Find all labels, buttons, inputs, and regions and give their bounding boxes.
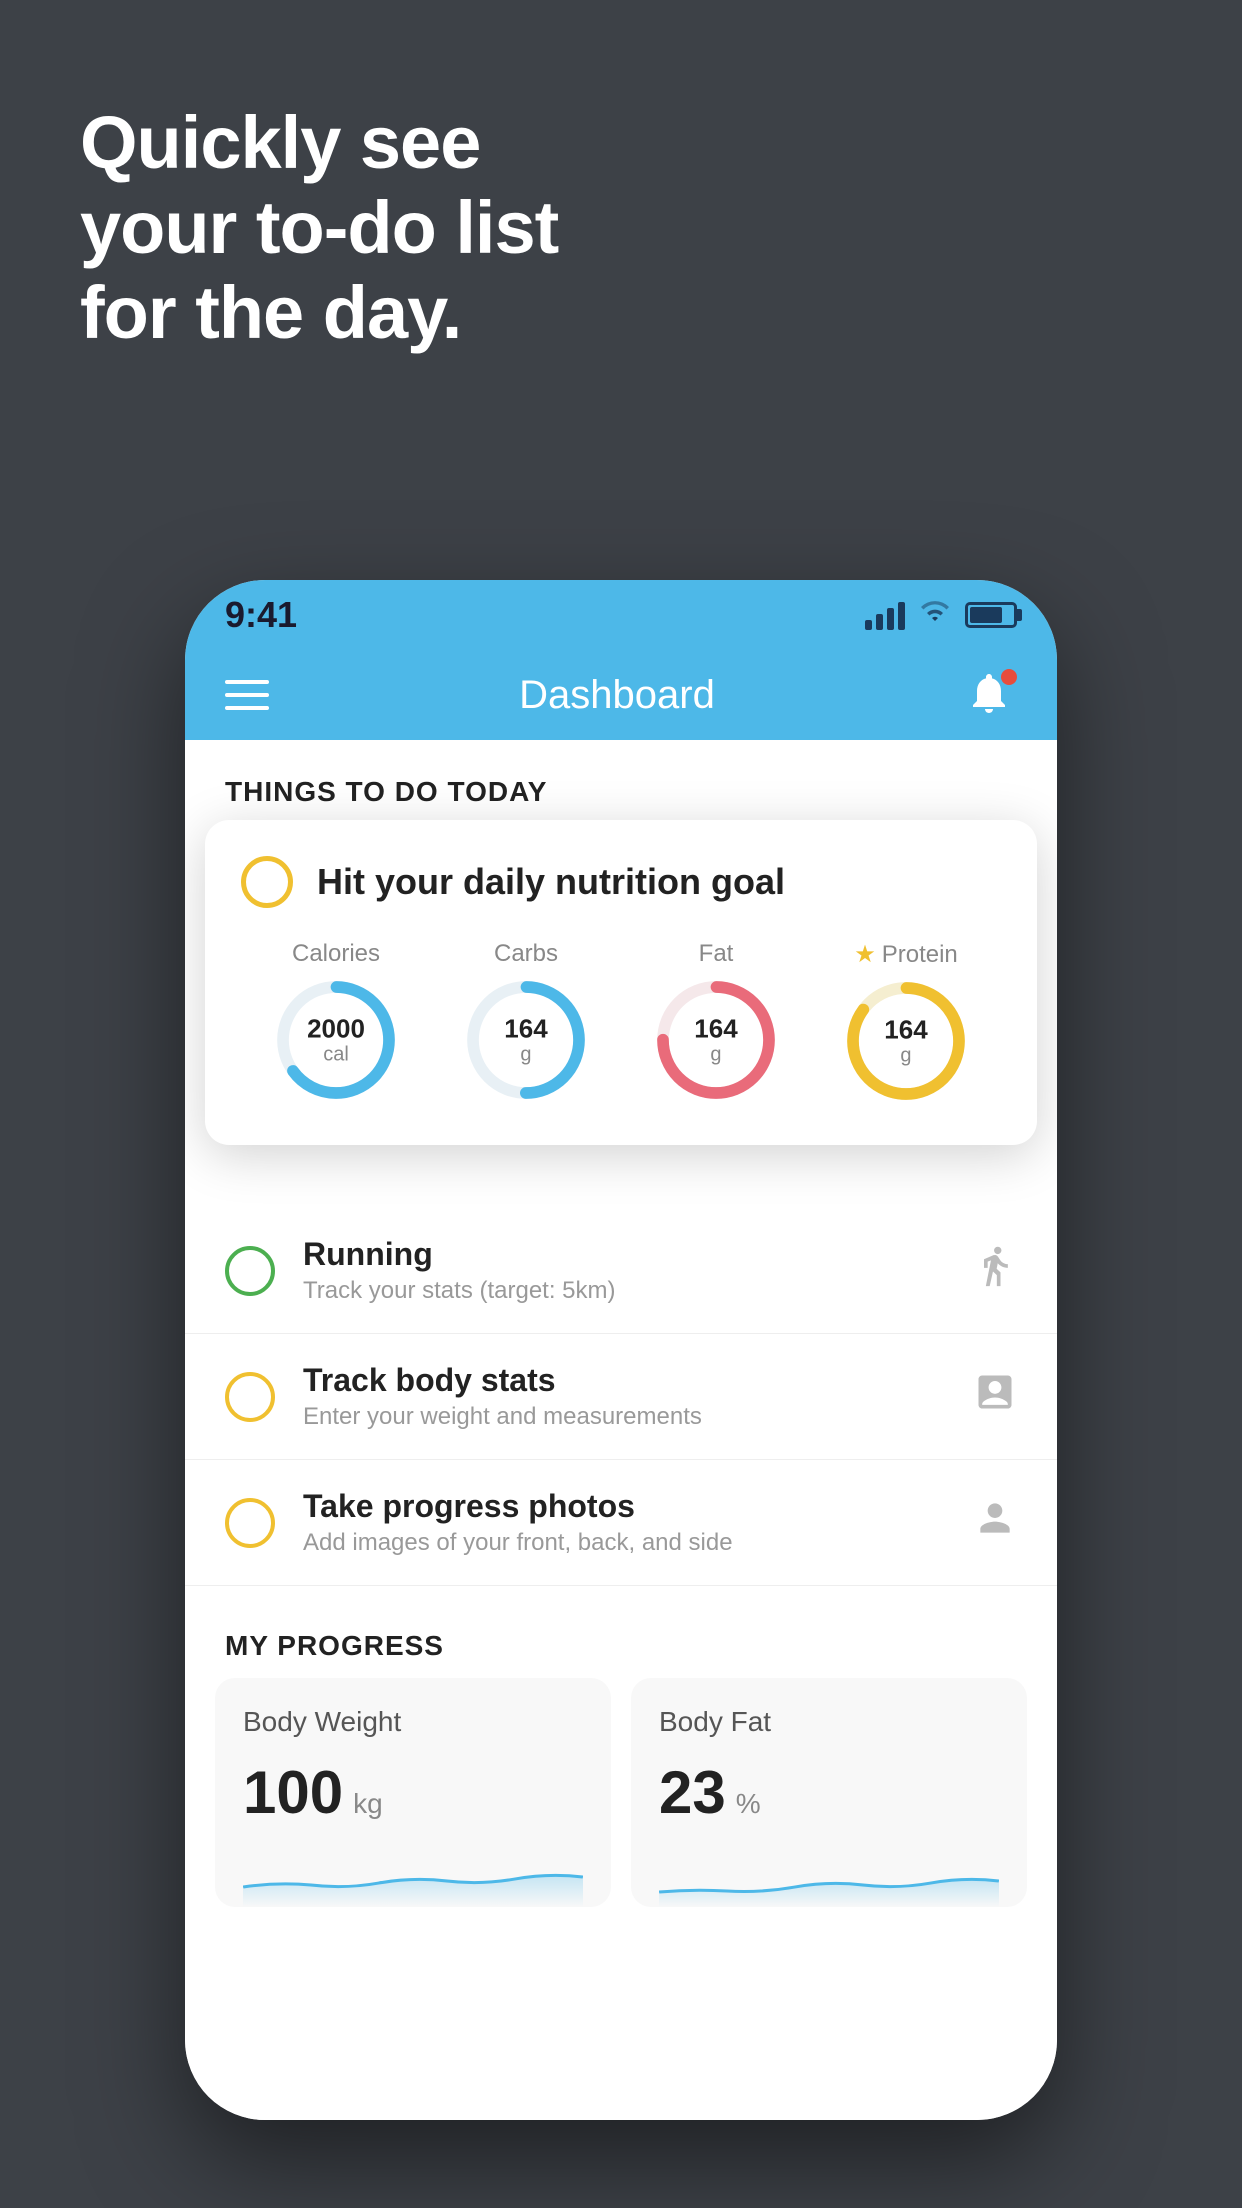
running-subtitle: Track your stats (target: 5km) — [303, 1277, 945, 1305]
todo-item-photos[interactable]: Take progress photos Add images of your … — [185, 1460, 1057, 1586]
carbs-donut: 164 g — [466, 980, 586, 1100]
phone-shell: 9:41 Dashboard — [185, 580, 1057, 2120]
body-stats-title: Track body stats — [303, 1362, 945, 1399]
nav-bar: Dashboard — [185, 650, 1057, 740]
menu-button[interactable] — [225, 680, 269, 710]
progress-section: MY PROGRESS Body Weight 100 kg — [185, 1606, 1057, 1937]
body-weight-unit: kg — [353, 1788, 383, 1820]
status-icons — [865, 599, 1017, 632]
fat-value: 164 — [694, 1015, 737, 1044]
running-icon — [973, 1244, 1017, 1297]
notification-button[interactable] — [965, 669, 1017, 721]
body-fat-value-row: 23 % — [659, 1758, 999, 1827]
fat-label: Fat — [699, 940, 734, 968]
hero-line1: Quickly see — [80, 101, 480, 184]
body-stats-text: Track body stats Enter your weight and m… — [303, 1362, 945, 1431]
wifi-icon — [917, 599, 953, 632]
nutrition-protein: ★ Protein 164 g — [846, 940, 966, 1101]
protein-unit: g — [884, 1044, 927, 1066]
calories-donut: 2000 cal — [276, 980, 396, 1100]
nutrition-calories: Calories 2000 cal — [276, 940, 396, 1100]
nutrition-fat: Fat 164 g — [656, 940, 776, 1100]
body-fat-card: Body Fat 23 % — [631, 1678, 1027, 1907]
running-text: Running Track your stats (target: 5km) — [303, 1236, 945, 1305]
notification-dot — [1001, 669, 1017, 685]
calories-value: 2000 — [307, 1015, 365, 1044]
nutrition-card: Hit your daily nutrition goal Calories 2… — [205, 820, 1037, 1145]
running-circle — [225, 1246, 275, 1296]
scale-icon — [973, 1370, 1017, 1423]
star-icon: ★ — [854, 940, 876, 969]
hero-line2: your to-do list — [80, 186, 558, 269]
protein-donut: 164 g — [846, 981, 966, 1101]
body-fat-unit: % — [736, 1788, 761, 1820]
battery-icon — [965, 602, 1017, 628]
todo-list: Running Track your stats (target: 5km) T… — [185, 1208, 1057, 1586]
fat-donut: 164 g — [656, 980, 776, 1100]
section-header: THINGS TO DO TODAY — [185, 740, 1057, 828]
status-bar: 9:41 — [185, 580, 1057, 650]
nutrition-circle-check — [241, 856, 293, 908]
calories-unit: cal — [307, 1043, 365, 1065]
carbs-label: Carbs — [494, 940, 558, 968]
body-stats-subtitle: Enter your weight and measurements — [303, 1403, 945, 1431]
hero-text: Quickly see your to-do list for the day. — [80, 100, 558, 355]
body-fat-sparkline — [659, 1847, 999, 1907]
status-time: 9:41 — [225, 594, 297, 636]
nutrition-carbs: Carbs 164 g — [466, 940, 586, 1100]
body-fat-value: 23 — [659, 1758, 726, 1827]
body-weight-value: 100 — [243, 1758, 343, 1827]
protein-label: Protein — [882, 941, 958, 969]
body-weight-sparkline — [243, 1847, 583, 1907]
body-fat-title: Body Fat — [659, 1706, 999, 1738]
body-stats-circle — [225, 1372, 275, 1422]
carbs-value: 164 — [504, 1015, 547, 1044]
body-weight-title: Body Weight — [243, 1706, 583, 1738]
progress-cards: Body Weight 100 kg — [185, 1678, 1057, 1907]
signal-icon — [865, 600, 905, 630]
nutrition-card-header: Hit your daily nutrition goal — [241, 856, 1001, 908]
fat-unit: g — [694, 1043, 737, 1065]
running-title: Running — [303, 1236, 945, 1273]
hero-line3: for the day. — [80, 271, 461, 354]
protein-value: 164 — [884, 1016, 927, 1045]
body-weight-value-row: 100 kg — [243, 1758, 583, 1827]
photos-title: Take progress photos — [303, 1488, 945, 1525]
photos-subtitle: Add images of your front, back, and side — [303, 1529, 945, 1557]
carbs-unit: g — [504, 1043, 547, 1065]
nutrition-card-title: Hit your daily nutrition goal — [317, 861, 785, 903]
todo-item-running[interactable]: Running Track your stats (target: 5km) — [185, 1208, 1057, 1334]
photos-circle — [225, 1498, 275, 1548]
body-weight-card: Body Weight 100 kg — [215, 1678, 611, 1907]
progress-header: MY PROGRESS — [185, 1606, 1057, 1678]
nutrition-row: Calories 2000 cal Carbs — [241, 940, 1001, 1101]
nav-title: Dashboard — [519, 673, 715, 718]
person-icon — [973, 1496, 1017, 1549]
todo-item-body-stats[interactable]: Track body stats Enter your weight and m… — [185, 1334, 1057, 1460]
photos-text: Take progress photos Add images of your … — [303, 1488, 945, 1557]
calories-label: Calories — [292, 940, 380, 968]
phone-content: THINGS TO DO TODAY Hit your daily nutrit… — [185, 740, 1057, 2120]
